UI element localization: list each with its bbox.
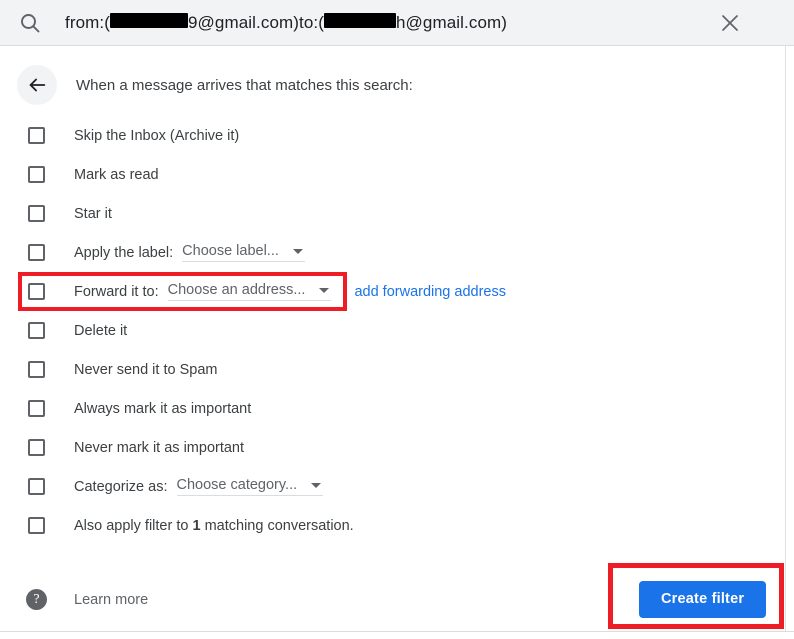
- search-query-to-prefix: to:(: [299, 12, 324, 32]
- search-query-to-suffix: h@gmail.com): [396, 12, 508, 32]
- option-row-also-apply-filter[interactable]: Also apply filter to 1 matching conversa…: [0, 506, 786, 545]
- option-row-delete-it[interactable]: Delete it: [0, 311, 786, 350]
- option-row-mark-as-read[interactable]: Mark as read: [0, 155, 786, 194]
- redaction-block-recipient: [324, 12, 396, 28]
- checkbox-mark-as-read[interactable]: [28, 166, 45, 183]
- matching-conversation-count: 1: [192, 517, 201, 534]
- arrow-back-icon[interactable]: [17, 65, 57, 105]
- panel-bottom-divider: [0, 631, 794, 632]
- option-row-never-spam[interactable]: Never send it to Spam: [0, 350, 786, 389]
- dropdown-choose-label[interactable]: Choose label...: [182, 243, 305, 262]
- option-label-apply-label: Apply the label:: [74, 244, 174, 261]
- search-icon: [18, 11, 42, 35]
- option-row-always-important[interactable]: Always mark it as important: [0, 389, 786, 428]
- option-label-never-spam: Never send it to Spam: [74, 361, 218, 378]
- search-bar[interactable]: from:( 9@gmail.com) to:( h@gmail.com): [0, 0, 794, 46]
- option-row-forward-it[interactable]: Forward it to: Choose an address... add …: [0, 272, 786, 311]
- checkbox-also-apply-filter[interactable]: [28, 517, 45, 534]
- dropdown-choose-address[interactable]: Choose an address...: [167, 282, 332, 301]
- filter-options-list: Skip the Inbox (Archive it) Mark as read…: [0, 116, 786, 545]
- dropdown-value-choose-category: Choose category...: [176, 477, 298, 493]
- option-label-star-it: Star it: [74, 205, 112, 222]
- also-apply-text-pre: Also apply filter to: [74, 517, 193, 534]
- redaction-block-sender: [109, 12, 188, 28]
- also-apply-text-post: matching conversation.: [200, 517, 354, 534]
- dropdown-choose-category[interactable]: Choose category...: [176, 477, 324, 496]
- filter-header-title: When a message arrives that matches this…: [76, 76, 413, 94]
- create-filter-button[interactable]: Create filter: [639, 581, 767, 618]
- option-label-never-important: Never mark it as important: [74, 439, 245, 456]
- checkbox-categorize-as[interactable]: [28, 478, 45, 495]
- checkbox-forward-it[interactable]: [28, 283, 45, 300]
- dropdown-value-choose-label: Choose label...: [182, 243, 279, 259]
- option-row-never-important[interactable]: Never mark it as important: [0, 428, 786, 467]
- chevron-down-icon: [319, 287, 330, 293]
- add-forwarding-address-link[interactable]: add forwarding address: [354, 284, 506, 300]
- filter-footer: ? Learn more Create filter: [0, 568, 786, 631]
- option-label-categorize-as: Categorize as:: [74, 478, 168, 495]
- option-label-always-important: Always mark it as important: [74, 400, 252, 417]
- help-icon[interactable]: ?: [26, 589, 47, 610]
- search-query-from-suffix: 9@gmail.com): [187, 12, 300, 32]
- option-row-star-it[interactable]: Star it: [0, 194, 786, 233]
- checkbox-apply-label[interactable]: [28, 244, 45, 261]
- option-row-categorize-as[interactable]: Categorize as: Choose category...: [0, 467, 786, 506]
- chevron-down-icon: [311, 482, 322, 488]
- option-label-forward-it: Forward it to:: [74, 283, 159, 300]
- checkbox-delete-it[interactable]: [28, 322, 45, 339]
- filter-header: When a message arrives that matches this…: [0, 62, 413, 108]
- option-row-skip-inbox[interactable]: Skip the Inbox (Archive it): [0, 116, 786, 155]
- dropdown-value-choose-address: Choose an address...: [167, 282, 306, 298]
- checkbox-always-important[interactable]: [28, 400, 45, 417]
- option-row-apply-label[interactable]: Apply the label: Choose label...: [0, 233, 786, 272]
- checkbox-never-spam[interactable]: [28, 361, 45, 378]
- option-label-mark-as-read: Mark as read: [74, 166, 159, 183]
- search-query-from-prefix: from:(: [65, 12, 110, 32]
- option-label-also-apply-filter: Also apply filter to 1 matching conversa…: [74, 518, 354, 534]
- checkbox-skip-inbox[interactable]: [28, 127, 45, 144]
- checkbox-star-it[interactable]: [28, 205, 45, 222]
- learn-more-link[interactable]: Learn more: [74, 592, 148, 608]
- checkbox-never-important[interactable]: [28, 439, 45, 456]
- option-label-skip-inbox: Skip the Inbox (Archive it): [74, 127, 240, 144]
- chevron-down-icon: [292, 248, 303, 254]
- close-icon[interactable]: [718, 11, 742, 35]
- option-label-delete-it: Delete it: [74, 322, 128, 339]
- search-query-text[interactable]: from:( 9@gmail.com) to:( h@gmail.com): [65, 12, 508, 33]
